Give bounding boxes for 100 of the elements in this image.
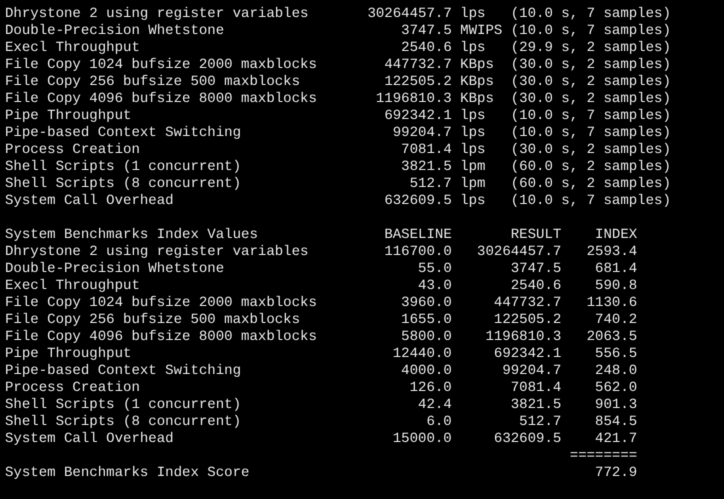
test-name: Pipe-based Context Switching <box>5 125 242 141</box>
test-name: Dhrystone 2 using register variables <box>5 244 308 260</box>
result-value: 632609.5 <box>494 431 562 447</box>
index-value: 562.0 <box>595 380 638 396</box>
test-unit: KBps <box>460 57 494 73</box>
baseline-value: 42.4 <box>418 397 452 413</box>
test-name: Execl Throughput <box>5 40 140 56</box>
table-title: System Benchmarks Index Values <box>5 227 258 243</box>
test-name: File Copy 256 bufsize 500 maxblocks <box>5 74 300 90</box>
test-unit: MWIPS <box>460 23 502 39</box>
score-label: System Benchmarks Index Score <box>5 465 250 481</box>
test-value: 3747.5 <box>401 23 452 39</box>
test-timing: (30.0 s, 2 samples) <box>510 142 671 158</box>
test-value: 99204.7 <box>392 125 452 141</box>
baseline-value: 116700.0 <box>384 244 452 260</box>
index-value: 590.8 <box>595 278 638 294</box>
test-timing: (29.9 s, 2 samples) <box>510 40 671 56</box>
test-unit: KBps <box>460 91 494 107</box>
baseline-value: 126.0 <box>410 380 452 396</box>
index-value: 2063.5 <box>586 329 638 345</box>
test-name: Shell Scripts (1 concurrent) <box>5 159 242 175</box>
result-value: 3821.5 <box>510 397 562 413</box>
test-name: Pipe Throughput <box>5 108 132 124</box>
test-value: 632609.5 <box>384 193 452 209</box>
index-value: 421.7 <box>595 431 638 447</box>
index-value: 740.2 <box>595 312 638 328</box>
test-name: Pipe-based Context Switching <box>5 363 242 379</box>
test-name: Double-Precision Whetstone <box>5 261 224 277</box>
result-value: 692342.1 <box>494 346 562 362</box>
test-name: Pipe Throughput <box>5 346 132 362</box>
index-value: 1130.6 <box>586 295 638 311</box>
test-value: 2540.6 <box>401 40 452 56</box>
test-timing: (10.0 s, 7 samples) <box>510 23 671 39</box>
test-value: 1196810.3 <box>376 91 452 107</box>
test-value: 512.7 <box>410 176 452 192</box>
test-name: System Call Overhead <box>5 431 174 447</box>
test-unit: lpm <box>460 159 486 175</box>
test-unit: lps <box>460 6 486 22</box>
test-name: File Copy 1024 bufsize 2000 maxblocks <box>5 295 317 311</box>
test-unit: lps <box>460 125 486 141</box>
test-unit: lpm <box>460 176 486 192</box>
test-unit: lps <box>460 193 486 209</box>
test-unit: lps <box>460 142 486 158</box>
test-timing: (10.0 s, 7 samples) <box>510 125 671 141</box>
test-unit: lps <box>460 40 486 56</box>
column-header: RESULT <box>510 227 562 243</box>
test-value: 692342.1 <box>384 108 452 124</box>
test-unit: KBps <box>460 74 494 90</box>
test-timing: (30.0 s, 2 samples) <box>510 74 671 90</box>
test-name: File Copy 4096 bufsize 8000 maxblocks <box>5 329 317 345</box>
baseline-value: 6.0 <box>426 414 452 430</box>
test-unit: lps <box>460 108 486 124</box>
result-value: 3747.5 <box>510 261 562 277</box>
test-value: 447732.7 <box>384 57 452 73</box>
test-name: System Call Overhead <box>5 193 174 209</box>
test-name: Process Creation <box>5 142 140 158</box>
test-timing: (10.0 s, 7 samples) <box>510 193 671 209</box>
result-value: 2540.6 <box>510 278 562 294</box>
test-timing: (30.0 s, 2 samples) <box>510 91 671 107</box>
result-value: 30264457.7 <box>477 244 562 260</box>
test-name: File Copy 4096 bufsize 8000 maxblocks <box>5 91 317 107</box>
test-name: File Copy 256 bufsize 500 maxblocks <box>5 312 300 328</box>
baseline-value: 4000.0 <box>401 363 452 379</box>
score-value: 772.9 <box>595 465 638 481</box>
result-value: 447732.7 <box>494 295 562 311</box>
test-name: Shell Scripts (8 concurrent) <box>5 176 242 192</box>
index-value: 901.3 <box>595 397 638 413</box>
test-name: Process Creation <box>5 380 140 396</box>
baseline-value: 15000.0 <box>392 431 452 447</box>
test-name: Dhrystone 2 using register variables <box>5 6 308 22</box>
baseline-value: 12440.0 <box>392 346 452 362</box>
test-value: 30264457.7 <box>367 6 452 22</box>
test-name: Double-Precision Whetstone <box>5 23 224 39</box>
test-name: File Copy 1024 bufsize 2000 maxblocks <box>5 57 317 73</box>
test-name: Shell Scripts (8 concurrent) <box>5 414 242 430</box>
test-timing: (10.0 s, 7 samples) <box>510 108 671 124</box>
test-timing: (60.0 s, 2 samples) <box>510 159 671 175</box>
result-value: 7081.4 <box>510 380 562 396</box>
test-timing: (10.0 s, 7 samples) <box>510 6 671 22</box>
result-value: 512.7 <box>519 414 562 430</box>
column-header: BASELINE <box>384 227 452 243</box>
index-value: 681.4 <box>595 261 638 277</box>
test-name: Shell Scripts (1 concurrent) <box>5 397 242 413</box>
index-value: 556.5 <box>595 346 638 362</box>
baseline-value: 1655.0 <box>401 312 452 328</box>
baseline-value: 5800.0 <box>401 329 452 345</box>
result-value: 122505.2 <box>494 312 562 328</box>
baseline-value: 3960.0 <box>401 295 452 311</box>
test-name: Execl Throughput <box>5 278 140 294</box>
test-value: 122505.2 <box>384 74 452 90</box>
baseline-value: 43.0 <box>418 278 452 294</box>
result-value: 1196810.3 <box>485 329 562 345</box>
result-value: 99204.7 <box>502 363 562 379</box>
test-timing: (30.0 s, 2 samples) <box>510 57 671 73</box>
baseline-value: 55.0 <box>418 261 452 277</box>
column-header: INDEX <box>595 227 638 243</box>
index-value: 248.0 <box>595 363 638 379</box>
separator-line: ======== <box>570 448 638 464</box>
test-timing: (60.0 s, 2 samples) <box>510 176 671 192</box>
test-value: 7081.4 <box>401 142 452 158</box>
